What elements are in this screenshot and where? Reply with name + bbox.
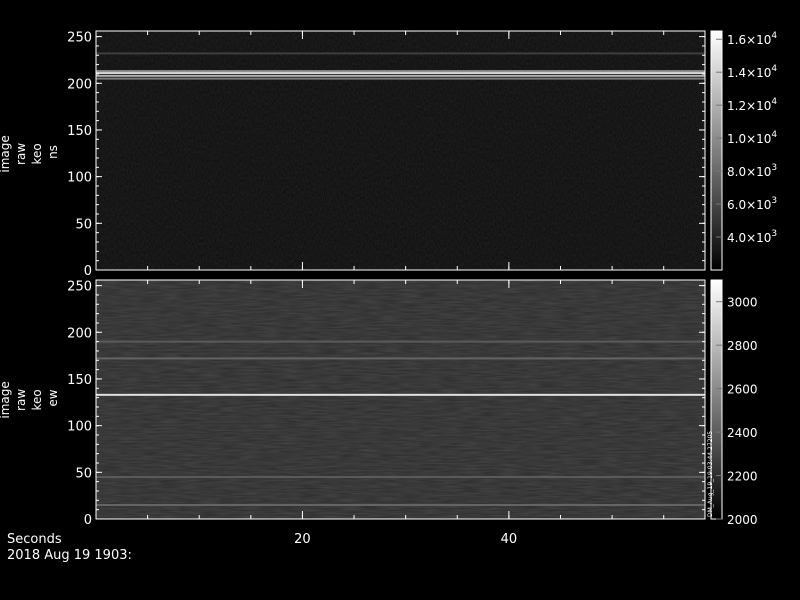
colorbar-tick-label: 2600 bbox=[727, 383, 758, 397]
bottom-panel: 0 50 100 150 200 250 20 40 image raw keo ew DM_… bbox=[0, 279, 758, 547]
top-colorbar bbox=[710, 30, 723, 271]
heatmap-band bbox=[96, 52, 705, 55]
colorbar-tick-mantissa: 1.0×10 bbox=[727, 132, 771, 146]
keogram-figure: 050100150200250 image raw keo ns 4.0×103… bbox=[0, 30, 777, 563]
y-tick-label: 100 bbox=[67, 420, 92, 435]
colorbar-tick-exponent: 3 bbox=[771, 229, 777, 239]
top-ylabel-part: raw bbox=[14, 143, 28, 165]
colorbar-tick-mantissa: 1.6×10 bbox=[727, 33, 771, 47]
colorbar-tick-mantissa: 4.0×10 bbox=[727, 231, 771, 245]
y-tick-label: 150 bbox=[67, 124, 92, 139]
colorbar-tick-label: 4.0×103 bbox=[727, 229, 777, 245]
top-heatmap-noise bbox=[96, 31, 705, 270]
heatmap-band bbox=[96, 340, 705, 343]
x-axis-title: Seconds bbox=[7, 532, 62, 547]
colorbar-tick-label: 8.0×103 bbox=[727, 163, 777, 179]
y-tick-label: 100 bbox=[67, 171, 92, 186]
colorbar-tick-mantissa: 1.2×10 bbox=[727, 99, 771, 113]
colorbar-tick-exponent: 4 bbox=[771, 130, 777, 140]
heatmap-band bbox=[96, 357, 705, 360]
bottom-heatmap-noise bbox=[96, 280, 705, 519]
colorbar-tick-label: 1.6×104 bbox=[727, 31, 777, 47]
colorbar-tick-mantissa: 1.4×10 bbox=[727, 66, 771, 80]
top-ylabel: image raw keo ns bbox=[0, 131, 60, 172]
top-ylabel-part: keo bbox=[30, 143, 44, 164]
top-ylabel-part: ns bbox=[46, 145, 60, 159]
top-ylabel-part: image bbox=[0, 135, 12, 172]
heatmap-band bbox=[96, 475, 705, 478]
bottom-ylabel: image raw keo ew bbox=[0, 377, 60, 418]
colorbar-tick-label: 2800 bbox=[727, 339, 758, 353]
heatmap-band bbox=[96, 77, 705, 80]
colorbar-tick-mantissa: 6.0×10 bbox=[727, 198, 771, 212]
bottom-ylabel-part: keo bbox=[30, 389, 44, 410]
colorbar-tick-mantissa: 8.0×10 bbox=[727, 165, 771, 179]
heatmap-band bbox=[96, 503, 705, 506]
top-colorbar-ticks: 4.0×1036.0×1038.0×1031.0×1041.2×1041.4×1… bbox=[716, 31, 777, 245]
y-tick-label: 250 bbox=[67, 280, 92, 295]
y-tick-label: 0 bbox=[84, 264, 92, 279]
heatmap-band bbox=[96, 74, 705, 77]
colorbar-annotation: DM_Aug_19_19:03:44.27205 bbox=[707, 431, 714, 517]
y-tick-label: 200 bbox=[67, 326, 92, 341]
colorbar-tick-label: 1.2×104 bbox=[727, 97, 777, 113]
colorbar-tick-label: 6.0×103 bbox=[727, 196, 777, 212]
x-tick-label: 40 bbox=[501, 532, 518, 547]
colorbar-tick-exponent: 4 bbox=[771, 64, 777, 74]
heatmap-band bbox=[96, 72, 705, 75]
colorbar-tick-label: 2000 bbox=[727, 513, 758, 527]
colorbar-tick-label: 1.4×104 bbox=[727, 64, 777, 80]
bottom-ylabel-part: raw bbox=[14, 389, 28, 411]
heatmap-band bbox=[96, 393, 705, 396]
y-tick-label: 200 bbox=[67, 77, 92, 92]
bottom-ylabel-part: ew bbox=[46, 389, 60, 406]
colorbar-tick-label: 2400 bbox=[727, 426, 758, 440]
colorbar-tick-label: 2200 bbox=[727, 470, 758, 484]
y-tick-label: 250 bbox=[67, 31, 92, 46]
date-label: 2018 Aug 19 1903: bbox=[7, 548, 132, 563]
colorbar-tick-label: 1.0×104 bbox=[727, 130, 777, 146]
colorbar-tick-exponent: 3 bbox=[771, 196, 777, 206]
bottom-ylabel-part: image bbox=[0, 381, 12, 418]
y-tick-label: 50 bbox=[75, 217, 92, 232]
colorbar-tick-exponent: 3 bbox=[771, 163, 777, 173]
y-tick-label: 0 bbox=[84, 513, 92, 528]
colorbar-tick-label: 3000 bbox=[727, 296, 758, 310]
top-panel: 050100150200250 image raw keo ns 4.0×103… bbox=[0, 30, 777, 279]
x-tick-label: 20 bbox=[294, 532, 311, 547]
colorbar-tick-exponent: 4 bbox=[771, 97, 777, 107]
colorbar-tick-exponent: 4 bbox=[771, 31, 777, 41]
heatmap-band bbox=[96, 70, 705, 73]
y-tick-label: 50 bbox=[75, 466, 92, 481]
y-tick-label: 150 bbox=[67, 373, 92, 388]
